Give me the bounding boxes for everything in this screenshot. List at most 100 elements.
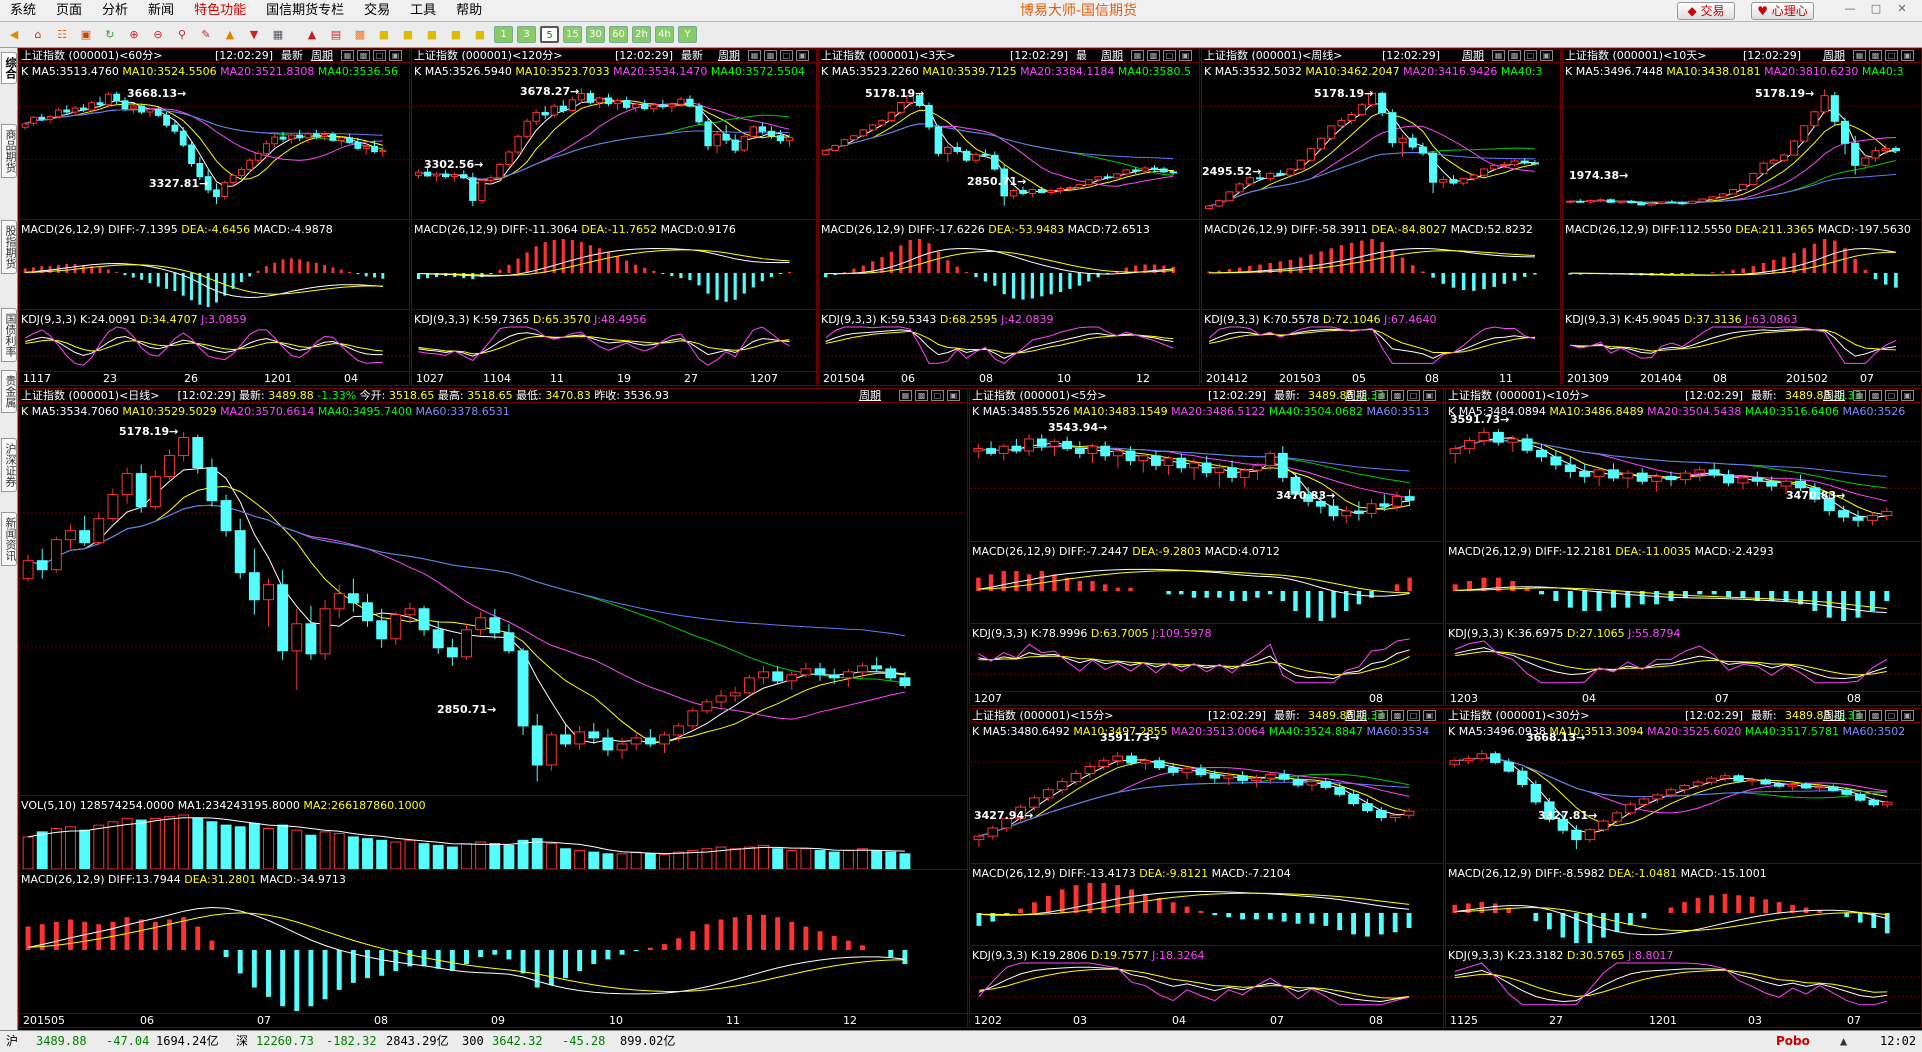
grid-icon[interactable]: ▩ <box>1391 390 1404 401</box>
split-icon[interactable]: ▦ <box>1375 710 1388 721</box>
season-icon[interactable]: ■ <box>446 25 466 45</box>
trade-button[interactable]: ◆ 交易 <box>1677 2 1735 20</box>
menu-2[interactable]: 分析 <box>92 0 138 22</box>
draw-icon[interactable]: ✎ <box>196 25 216 45</box>
chart-panel-p3d[interactable]: 上证指数 (000001)<3天> [12:02:29] 最周期 ▦ ▩ □ ▣ K MA5:… <box>818 48 1200 386</box>
menu-6[interactable]: 交易 <box>354 0 400 22</box>
chart-panel-pday[interactable]: 上证指数 (000001)<日线> [12:02:29] 最新: 3489.88 … <box>18 388 968 1028</box>
side-tab-6[interactable]: 新闻资讯 <box>1 512 17 566</box>
close-icon[interactable]: ✕ <box>1892 2 1912 16</box>
period-link[interactable]: 周期 <box>718 49 740 63</box>
window-icon[interactable]: ▣ <box>1423 710 1436 721</box>
notebook-icon[interactable]: ☷ <box>52 25 72 45</box>
restore-icon[interactable]: □ <box>1885 710 1898 721</box>
home-icon[interactable]: ⌂ <box>28 25 48 45</box>
warning-icon[interactable]: ▲ <box>220 25 240 45</box>
chart-panel-pweek[interactable]: 上证指数 (000001)<周线> [12:02:29] 周期 ▦ ▩ □ ▣ K MA5:3… <box>1201 48 1561 386</box>
period-link[interactable]: 周期 <box>859 389 881 403</box>
folder-icon[interactable]: ▣ <box>76 25 96 45</box>
period-15-button[interactable]: 15 <box>563 26 582 43</box>
zoom-out-icon[interactable]: ⊖ <box>148 25 168 45</box>
grid-icon[interactable]: ▩ <box>1869 390 1882 401</box>
chart-panel-p10d[interactable]: 上证指数 (000001)<10天> [12:02:29] 周期 ▦ ▩ □ ▣ K MA5:… <box>1562 48 1922 386</box>
refresh-icon[interactable]: ↻ <box>100 25 120 45</box>
center-button[interactable]: ♥ 心理心 <box>1751 2 1814 20</box>
menu-3[interactable]: 新闻 <box>138 0 184 22</box>
period-link[interactable]: 周期 <box>1101 49 1123 63</box>
year-icon[interactable]: ■ <box>470 25 490 45</box>
restore-icon[interactable]: □ <box>1885 390 1898 401</box>
month-icon[interactable]: ■ <box>422 25 442 45</box>
menu-5[interactable]: 国信期货专栏 <box>256 0 354 22</box>
multi-chart-icon[interactable]: ▩ <box>350 25 370 45</box>
split-icon[interactable]: ▦ <box>1853 710 1866 721</box>
maximize-icon[interactable]: □ <box>1866 2 1886 16</box>
grid-icon[interactable]: ▩ <box>357 50 370 61</box>
period-1-button[interactable]: 1 <box>494 26 513 43</box>
grid-icon[interactable]: ▩ <box>1147 50 1160 61</box>
window-icon[interactable]: ▣ <box>1179 50 1192 61</box>
split-icon[interactable]: ▦ <box>1492 50 1505 61</box>
split-icon[interactable]: ▦ <box>341 50 354 61</box>
restore-icon[interactable]: □ <box>780 50 793 61</box>
grid-icon[interactable]: ▩ <box>915 390 928 401</box>
menu-4[interactable]: 特色功能 <box>184 0 256 22</box>
split-icon[interactable]: ▦ <box>899 390 912 401</box>
restore-icon[interactable]: □ <box>1524 50 1537 61</box>
menu-8[interactable]: 帮助 <box>446 0 492 22</box>
window-icon[interactable]: ▣ <box>1901 390 1914 401</box>
split-icon[interactable]: ▦ <box>1131 50 1144 61</box>
restore-icon[interactable]: □ <box>373 50 386 61</box>
back-icon[interactable]: ◀ <box>4 25 24 45</box>
period-3-button[interactable]: 3 <box>517 26 536 43</box>
chart-panel-p30m[interactable]: 上证指数 (000001)<30分> [12:02:29] 最新: 3489.88 -1… <box>1445 708 1922 1028</box>
side-tab-1[interactable]: 商品期货 <box>1 124 17 178</box>
grid-icon[interactable]: ▩ <box>1869 50 1882 61</box>
side-tab-0[interactable]: 综合 <box>1 52 17 84</box>
chart-panel-p120m[interactable]: 上证指数 (000001)<120分> [12:02:29] 最新 周期 ▦ ▩ □ ▣ K M… <box>411 48 817 386</box>
window-icon[interactable]: ▣ <box>1423 390 1436 401</box>
split-icon[interactable]: ▦ <box>1375 390 1388 401</box>
restore-icon[interactable]: □ <box>931 390 944 401</box>
chart-panel-p10m[interactable]: 上证指数 (000001)<10分> [12:02:29] 最新: 3489.88 -1… <box>1445 388 1922 706</box>
period-2h-button[interactable]: 2h <box>632 26 651 43</box>
side-tab-5[interactable]: 沪深证券 <box>1 438 17 492</box>
period-link[interactable]: 周期 <box>1345 389 1367 403</box>
period-link[interactable]: 周期 <box>1345 709 1367 723</box>
grid-icon[interactable]: ▩ <box>1869 710 1882 721</box>
table-icon[interactable]: ▦ <box>268 25 288 45</box>
restore-icon[interactable]: □ <box>1163 50 1176 61</box>
zoom-in-icon[interactable]: ⊕ <box>124 25 144 45</box>
week-icon[interactable]: ■ <box>398 25 418 45</box>
window-icon[interactable]: ▣ <box>1901 710 1914 721</box>
menu-7[interactable]: 工具 <box>400 0 446 22</box>
menu-0[interactable]: 系统 <box>0 0 46 22</box>
grid-icon[interactable]: ▩ <box>1391 710 1404 721</box>
chart-panel-p5m[interactable]: 上证指数 (000001)<5分> [12:02:29] 最新: 3489.88 -1.… <box>969 388 1444 706</box>
search-icon[interactable]: ⚲ <box>172 25 192 45</box>
grid-icon[interactable]: ▩ <box>764 50 777 61</box>
split-icon[interactable]: ▦ <box>1853 390 1866 401</box>
grid-icon[interactable]: ▩ <box>1508 50 1521 61</box>
period-link[interactable]: 周期 <box>311 49 333 63</box>
period-link[interactable]: 周期 <box>1823 49 1845 63</box>
restore-icon[interactable]: □ <box>1407 390 1420 401</box>
day-icon[interactable]: ■ <box>374 25 394 45</box>
window-icon[interactable]: ▣ <box>1540 50 1553 61</box>
window-icon[interactable]: ▣ <box>947 390 960 401</box>
split-icon[interactable]: ▦ <box>1853 50 1866 61</box>
period-4h-button[interactable]: 4h <box>655 26 674 43</box>
chart-panel-p60m[interactable]: 上证指数 (000001)<60分> [12:02:29] 最新 周期 ▦ ▩ □ ▣ K MA… <box>18 48 410 386</box>
side-tab-2[interactable]: 股指期货 <box>1 220 17 274</box>
chart-panel-p15m[interactable]: 上证指数 (000001)<15分> [12:02:29] 最新: 3489.88 -1… <box>969 708 1444 1028</box>
minimize-icon[interactable]: — <box>1840 2 1860 16</box>
period-link[interactable]: 周期 <box>1823 709 1845 723</box>
menu-1[interactable]: 页面 <box>46 0 92 22</box>
chart-icon[interactable]: ▲ <box>302 25 322 45</box>
period-link[interactable]: 周期 <box>1462 49 1484 63</box>
window-icon[interactable]: ▣ <box>1901 50 1914 61</box>
restore-icon[interactable]: □ <box>1407 710 1420 721</box>
period-Y-button[interactable]: Y <box>678 26 697 43</box>
window-icon[interactable]: ▣ <box>796 50 809 61</box>
period-60-button[interactable]: 60 <box>609 26 628 43</box>
